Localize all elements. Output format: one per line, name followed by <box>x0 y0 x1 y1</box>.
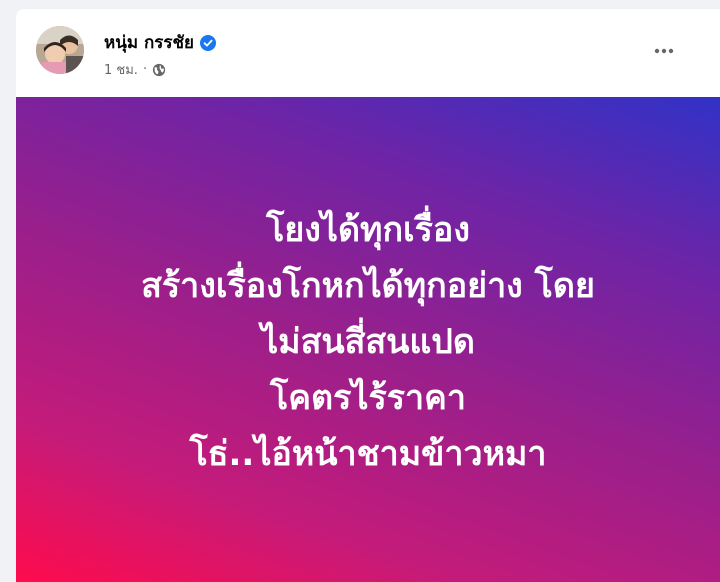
author-name[interactable]: หนุ่ม กรรชัย <box>104 29 194 56</box>
globe-icon[interactable] <box>152 63 166 77</box>
more-horizontal-icon <box>654 48 674 54</box>
post-line: โคตรไร้ราคา <box>270 378 466 418</box>
post-message: โยงได้ทุกเรื่อง สร้างเรื่องโกหกได้ทุกอย่… <box>16 202 720 482</box>
post-line: สร้างเรื่องโกหกได้ทุกอย่าง โดย <box>141 266 595 306</box>
post-meta: 1 ชม. · <box>104 59 166 80</box>
post-line: โยงได้ทุกเรื่อง <box>266 210 470 250</box>
post-background[interactable]: โยงได้ทุกเรื่อง สร้างเรื่องโกหกได้ทุกอย่… <box>16 97 720 582</box>
post-menu-button[interactable] <box>646 33 682 69</box>
post-card: หนุ่ม กรรชัย 1 ชม. · โยงได้ทุกเรื่อง สร้… <box>16 9 720 582</box>
avatar-photo <box>36 26 84 74</box>
post-time[interactable]: 1 ชม. <box>104 59 138 80</box>
post-line: ไม่สนสี่สนแปด <box>261 322 475 362</box>
verified-badge-icon <box>200 34 217 51</box>
post-line: โธ่..ไอ้หน้าชามข้าวหมา <box>189 434 547 474</box>
meta-separator: · <box>142 62 148 77</box>
author-avatar[interactable] <box>36 26 84 74</box>
author-row: หนุ่ม กรรชัย <box>104 29 217 56</box>
post-header: หนุ่ม กรรชัย 1 ชม. · <box>16 9 720 97</box>
